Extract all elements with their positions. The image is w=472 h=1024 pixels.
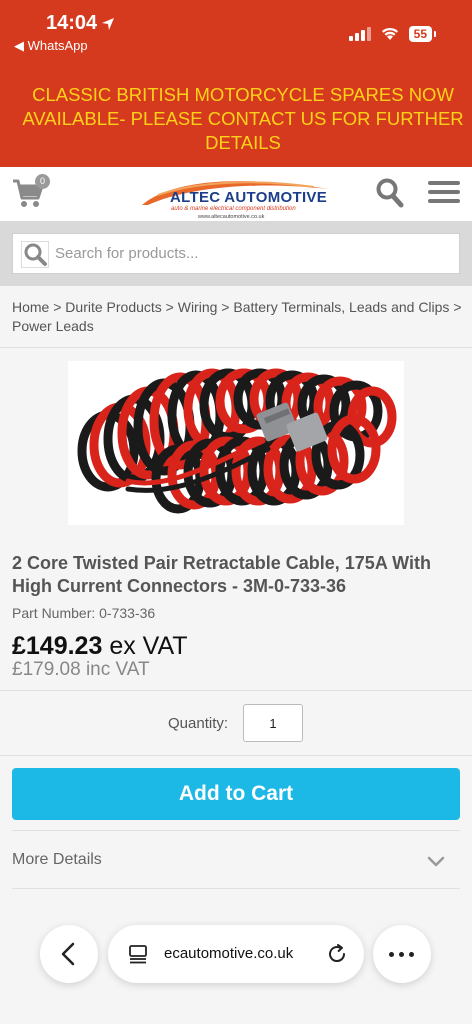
search-icon: [376, 178, 404, 208]
status-time: 14:04: [46, 12, 115, 35]
browser-back-button[interactable]: [40, 925, 98, 983]
back-to-whatsapp[interactable]: ◀ WhatsApp: [14, 38, 88, 54]
status-indicators: 55: [348, 26, 437, 42]
search-input[interactable]: [55, 234, 445, 273]
quantity-label: Quantity:: [168, 715, 229, 732]
price-inc-vat: £179.08 inc VAT: [12, 659, 150, 680]
divider: [0, 755, 472, 756]
more-dots-icon: [389, 952, 414, 957]
coiled-cable-image: [77, 368, 397, 514]
search-icon: [24, 243, 47, 266]
menu-button[interactable]: [428, 181, 460, 208]
quantity-input[interactable]: [243, 704, 303, 742]
logo-url: www.altecautomotive.co.uk: [198, 214, 265, 220]
altec-logo[interactable]: ALTEC AUTOMOTIVE auto & marine electrica…: [138, 175, 334, 220]
battery-icon: 55: [408, 26, 437, 42]
search-submit-button[interactable]: [21, 241, 49, 268]
browser-more-button[interactable]: [373, 925, 431, 983]
browser-address-bar[interactable]: ecautomotive.co.uk: [108, 925, 364, 983]
cart-count-badge: 0: [35, 174, 50, 189]
price-ex-value: £149.23: [12, 632, 103, 660]
price-ex-suffix: ex VAT: [102, 632, 188, 660]
divider: [0, 347, 472, 348]
divider: [12, 830, 460, 831]
header-search-button[interactable]: [376, 178, 404, 213]
product-image[interactable]: [68, 361, 404, 525]
product-title: 2 Core Twisted Pair Retractable Cable, 1…: [12, 553, 431, 596]
reload-icon[interactable]: [326, 943, 348, 965]
site-header: 0 ALTEC AUTOMOTIVE auto & marine electri…: [0, 167, 472, 221]
divider: [0, 690, 472, 691]
logo-text: ALTEC AUTOMOTIVE: [170, 189, 328, 206]
search-box[interactable]: [12, 233, 460, 274]
hamburger-icon-bar: [428, 199, 460, 203]
chevron-down-icon[interactable]: [426, 852, 446, 872]
search-bar-area: [0, 221, 472, 286]
url-text: ecautomotive.co.uk: [164, 945, 294, 962]
location-arrow-icon: [102, 17, 115, 30]
page-menu-icon[interactable]: [128, 944, 148, 964]
more-details-toggle[interactable]: More Details: [12, 851, 102, 869]
hamburger-icon-bar: [428, 181, 460, 185]
status-time-text: 14:04: [46, 12, 98, 34]
announcement-text[interactable]: CLASSIC BRITISH MOTORCYCLE SPARES NOW AV…: [20, 83, 466, 155]
divider: [12, 888, 460, 889]
chevron-left-icon: [61, 942, 75, 966]
add-to-cart-button[interactable]: Add to Cart: [12, 768, 460, 820]
part-number: Part Number: 0-733-36: [12, 605, 156, 621]
cellular-signal-icon: [348, 27, 371, 41]
price-ex-vat: £149.23 ex VAT: [12, 632, 188, 661]
breadcrumb[interactable]: Home > Durite Products > Wiring > Batter…: [12, 298, 462, 336]
hamburger-icon-bar: [428, 190, 460, 194]
wifi-icon: [381, 27, 398, 40]
logo-tagline: auto & marine electrical component distr…: [171, 206, 296, 212]
announcement-banner: 14:04 ◀ WhatsApp 55 CLASSIC BRITISH MOTO…: [0, 0, 472, 167]
